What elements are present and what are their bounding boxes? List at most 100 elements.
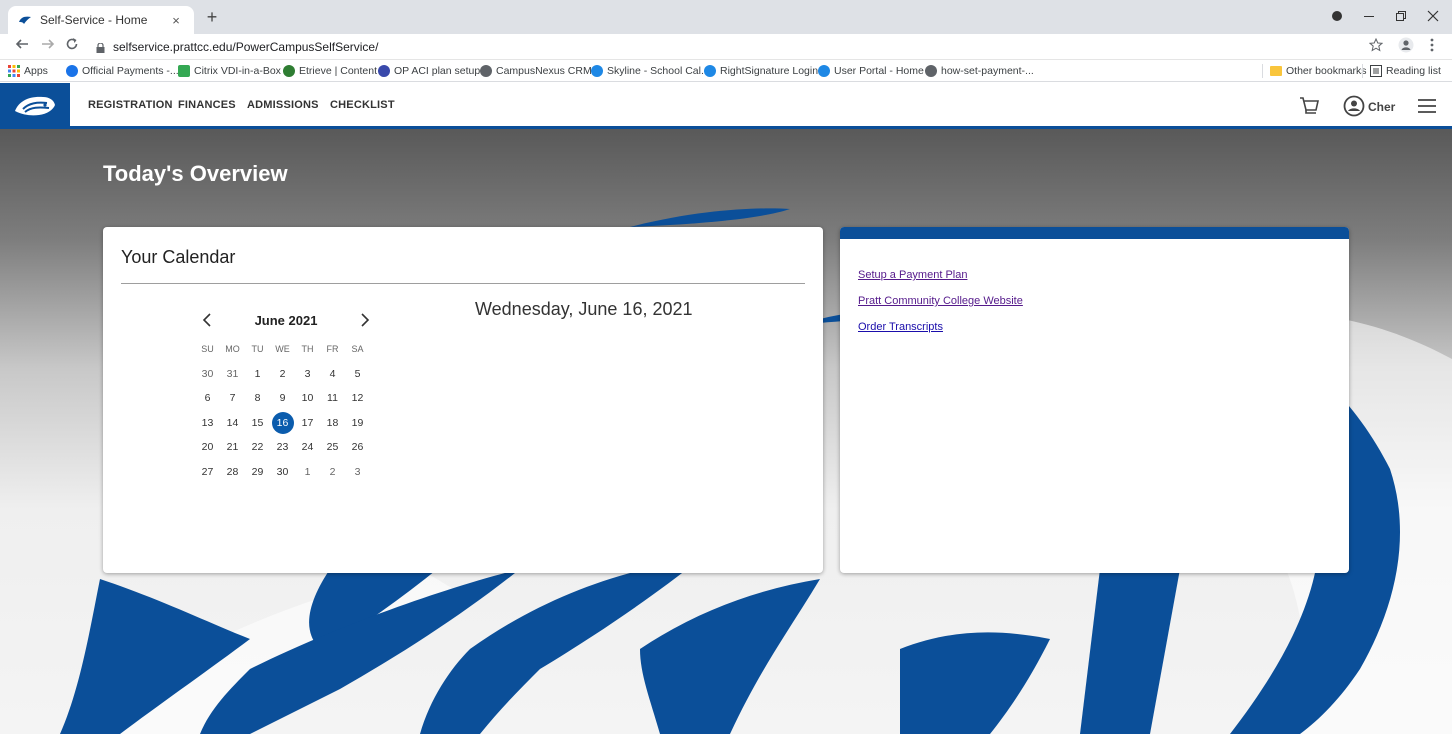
- other-bookmarks[interactable]: Other bookmarks: [1270, 63, 1367, 79]
- new-tab-button[interactable]: +: [202, 8, 222, 28]
- calendar-day[interactable]: 19: [345, 411, 370, 436]
- profile-icon[interactable]: [1396, 37, 1416, 57]
- bookmark-favicon-icon: [283, 65, 295, 77]
- bookmark-separator: [1262, 64, 1263, 78]
- calendar-day[interactable]: 22: [245, 435, 270, 460]
- calendar-day[interactable]: 20: [195, 435, 220, 460]
- bookmark-apps[interactable]: Apps: [8, 63, 48, 79]
- calendar-day[interactable]: 26: [345, 435, 370, 460]
- calendar-day[interactable]: 5: [345, 362, 370, 387]
- restore-icon[interactable]: [1384, 6, 1418, 26]
- calendar-day[interactable]: 4: [320, 362, 345, 387]
- calendar-day[interactable]: 9: [270, 386, 295, 411]
- cart-icon[interactable]: [1298, 95, 1320, 117]
- calendar-day[interactable]: 3: [345, 460, 370, 485]
- bookmark-rightsignature[interactable]: RightSignature Login: [704, 63, 818, 79]
- tab-close-icon[interactable]: ×: [168, 13, 184, 28]
- bookmark-op-aci[interactable]: OP ACI plan setup: [378, 63, 480, 79]
- month-label[interactable]: June 2021: [189, 313, 383, 328]
- bookmark-label: Skyline - School Cal...: [607, 65, 710, 77]
- calendar-day[interactable]: 29: [245, 460, 270, 485]
- close-window-icon[interactable]: [1416, 6, 1450, 26]
- bookmark-citrix[interactable]: Citrix VDI-in-a-Box: [178, 63, 281, 79]
- calendar-day[interactable]: 1: [295, 460, 320, 485]
- app-header: REGISTRATION FINANCES ADMISSIONS CHECKLI…: [0, 83, 1452, 129]
- calendar-day[interactable]: 25: [320, 435, 345, 460]
- link-payment-plan[interactable]: Setup a Payment Plan: [858, 269, 967, 281]
- weekday-header: TU: [251, 344, 264, 354]
- college-logo[interactable]: [0, 83, 70, 129]
- nav-checklist[interactable]: CHECKLIST: [330, 99, 395, 111]
- account-icon[interactable]: [1343, 95, 1365, 117]
- nav-finances[interactable]: FINANCES: [178, 99, 236, 111]
- calendar-day[interactable]: 2: [320, 460, 345, 485]
- calendar-day[interactable]: 23: [270, 435, 295, 460]
- tab-title: Self-Service - Home: [40, 13, 148, 27]
- address-bar: selfservice.prattcc.edu/PowerCampusSelfS…: [0, 34, 1452, 60]
- bookmark-label: Official Payments -...: [82, 65, 179, 77]
- calendar-day[interactable]: 24: [295, 435, 320, 460]
- forward-arrow-icon[interactable]: [38, 37, 58, 57]
- calendar-day[interactable]: 11: [320, 386, 345, 411]
- calendar-day[interactable]: 7: [220, 386, 245, 411]
- bookmark-label: Etrieve | Content: [299, 65, 378, 77]
- bookmark-label: Citrix VDI-in-a-Box: [194, 65, 281, 77]
- bookmark-separator: [1362, 64, 1363, 78]
- beaver-logo-icon: [15, 96, 55, 116]
- nav-registration[interactable]: REGISTRATION: [88, 99, 173, 111]
- apps-grid-icon: [8, 65, 20, 77]
- bookmark-campusnexus[interactable]: CampusNexus CRM: [480, 63, 592, 79]
- back-arrow-icon[interactable]: [12, 37, 32, 57]
- calendar-day[interactable]: 14: [220, 411, 245, 436]
- bookmark-etrieve[interactable]: Etrieve | Content: [283, 63, 377, 79]
- nav-admissions[interactable]: ADMISSIONS: [247, 99, 319, 111]
- calendar-day[interactable]: 12: [345, 386, 370, 411]
- bookmark-official-payments[interactable]: Official Payments -...: [66, 63, 179, 79]
- calendar-day[interactable]: 8: [245, 386, 270, 411]
- bookmark-star-icon[interactable]: [1366, 37, 1386, 57]
- bookmark-how-set-payment[interactable]: how-set-payment-...: [925, 63, 1034, 79]
- calendar-day[interactable]: 15: [245, 411, 270, 436]
- weekday-header: FR: [326, 344, 339, 354]
- globe-icon: [480, 65, 492, 77]
- other-bookmarks-label: Other bookmarks: [1286, 65, 1367, 77]
- bookmark-label: OP ACI plan setup: [394, 65, 481, 77]
- browser-tab-bar: Self-Service - Home × +: [0, 0, 1452, 34]
- calendar-day[interactable]: 1: [245, 362, 270, 387]
- calendar-day[interactable]: 2: [270, 362, 295, 387]
- user-name[interactable]: Cher: [1368, 100, 1395, 114]
- bookmark-favicon-icon: [591, 65, 603, 77]
- calendar-day[interactable]: 3: [295, 362, 320, 387]
- page-title: Today's Overview: [103, 161, 288, 186]
- calendar-day[interactable]: 28: [220, 460, 245, 485]
- calendar-day[interactable]: 10: [295, 386, 320, 411]
- link-college-website[interactable]: Pratt Community College Website: [858, 295, 1023, 307]
- next-month-icon[interactable]: [357, 313, 373, 329]
- calendar-day[interactable]: 27: [195, 460, 220, 485]
- profile-dot-icon[interactable]: [1320, 6, 1354, 26]
- browser-tab[interactable]: Self-Service - Home ×: [8, 6, 194, 34]
- calendar-day[interactable]: 13: [195, 411, 220, 436]
- bookmark-favicon-icon: [704, 65, 716, 77]
- minimize-icon[interactable]: [1352, 6, 1386, 26]
- browser-menu-icon[interactable]: [1422, 37, 1442, 57]
- bookmark-favicon-icon: [178, 65, 190, 77]
- calendar-day[interactable]: 6: [195, 386, 220, 411]
- link-order-transcripts[interactable]: Order Transcripts: [858, 321, 943, 333]
- reload-icon[interactable]: [62, 37, 82, 57]
- calendar-day[interactable]: 18: [320, 411, 345, 436]
- calendar-day-today[interactable]: 16: [270, 411, 295, 436]
- bookmark-skyline[interactable]: Skyline - School Cal...: [591, 63, 710, 79]
- bookmark-label: Apps: [24, 65, 48, 77]
- reading-list[interactable]: Reading list: [1370, 63, 1441, 79]
- calendar-day[interactable]: 21: [220, 435, 245, 460]
- calendar-day[interactable]: 17: [295, 411, 320, 436]
- calendar-day[interactable]: 30: [270, 460, 295, 485]
- url-field[interactable]: selfservice.prattcc.edu/PowerCampusSelfS…: [96, 38, 378, 56]
- bookmark-label: CampusNexus CRM: [496, 65, 592, 77]
- calendar-day[interactable]: 31: [220, 362, 245, 387]
- bookmark-user-portal[interactable]: User Portal - Home: [818, 63, 924, 79]
- weekday-header: MO: [225, 344, 240, 354]
- calendar-day[interactable]: 30: [195, 362, 220, 387]
- hamburger-menu-icon[interactable]: [1416, 95, 1438, 117]
